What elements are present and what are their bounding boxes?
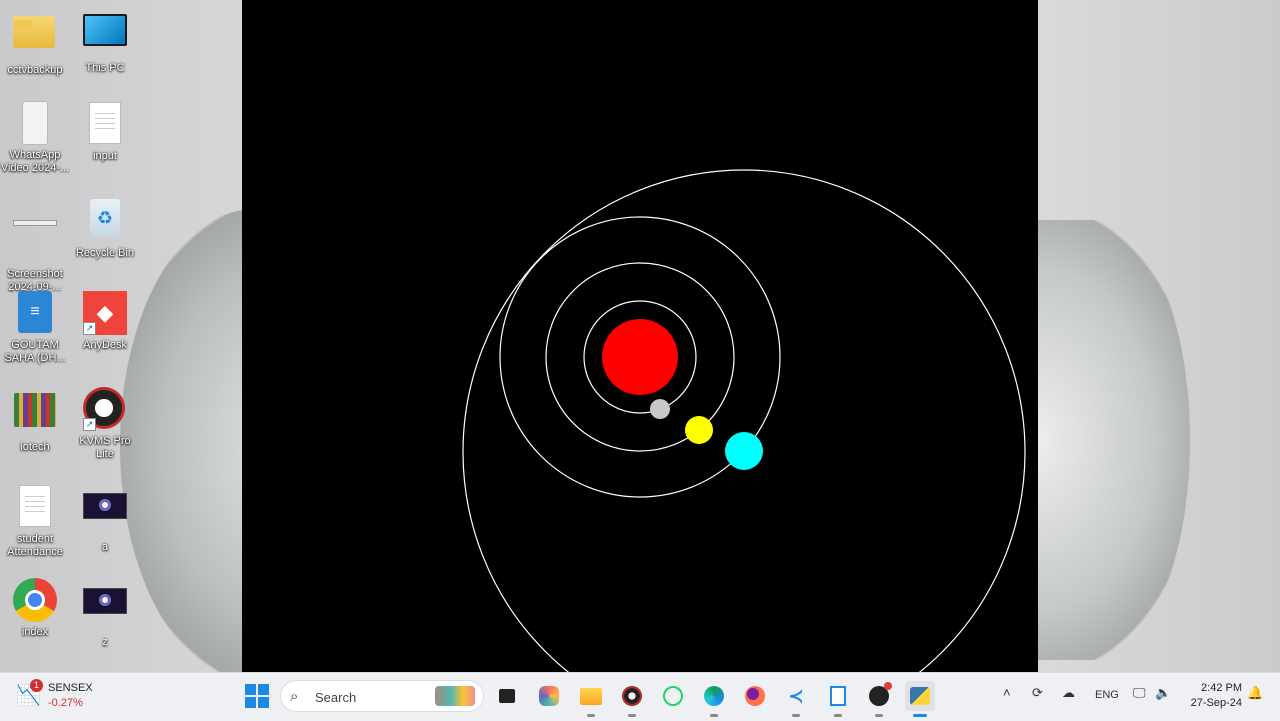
eye-icon [622,686,642,706]
running-indicator [587,714,595,717]
volume-icon[interactable]: 🔈 [1155,685,1171,701]
desktop-icon-whatsapp-video[interactable]: WhatsApp Video 2024-... [0,100,70,175]
recycle-bin-icon: ♻ [83,199,127,243]
start-button[interactable] [244,683,270,709]
desktop-icon-student-attendance[interactable]: student Attendance [0,483,70,559]
sync-icon[interactable]: ⟳ [1032,685,1043,701]
desktop-icon-recycle-bin[interactable]: ♻ Recycle Bin [70,196,140,260]
running-indicator [913,714,927,717]
desktop-icon-label: This PC [85,62,125,74]
search-input[interactable] [313,687,417,707]
desktop-icon-label: WhatsApp Video 2024-... [0,149,70,174]
clock-date: 27-Sep-24 [1190,697,1242,709]
desktop-icon-label: Recycle Bin [75,247,135,259]
desktop-icon-index[interactable]: index [0,578,70,639]
image-file-icon [13,220,57,264]
live-indicator [884,682,892,690]
taskbar-app-edge[interactable] [699,681,729,717]
taskbar-app-whatsapp[interactable] [658,681,688,711]
language-indicator[interactable]: ENG [1095,689,1119,701]
market-widget[interactable]: 📉 1 SENSEX -0.27% [12,679,122,715]
desktop-icon-label: z [102,636,108,648]
notification-badge: 1 [30,679,43,692]
taskbar-app-firefox[interactable] [740,681,770,711]
running-indicator [710,714,718,717]
desktop-icon-label: KVMS Pro Lite [79,435,131,460]
clock[interactable]: 2:42 PM 27-Sep-24 [1182,681,1242,711]
desktop-icon-label: input [93,150,117,162]
running-indicator [628,714,636,717]
solar-system-canvas [462,169,1026,672]
desktop-icon-z[interactable]: z [70,578,140,649]
desktop-icon-label: iotech [20,441,50,453]
document-icon: ≡ [13,291,57,335]
video-thumbnail-icon [83,588,127,632]
taskbar-app-copilot[interactable] [534,681,564,711]
taskbar-app-python[interactable] [905,681,935,717]
folder-icon [580,687,602,705]
search-highlight-icon [435,686,475,706]
desktop-icon-cctvbackup[interactable]: cctvbackup [0,8,70,77]
folder-icon [13,16,57,60]
text-file-icon [83,102,127,146]
task-view-icon [499,689,515,703]
desktop-icon-input[interactable]: input [70,100,140,163]
desktop-icon-goutam-saha[interactable]: ≡ GOUTAM SAHA (DH... [0,291,70,365]
desktop-icon-screenshot[interactable]: Screenshot 2024-09-... [0,196,70,294]
taskbar-search[interactable]: ⌕ [280,680,484,712]
video-file-icon [13,101,57,145]
video-thumbnail-icon [83,493,127,537]
desktop-icon-a[interactable]: a [70,483,140,554]
widget-title: SENSEX [48,682,93,694]
taskbar-app-task-view[interactable] [492,681,522,711]
desktop-icon-label: a [101,541,109,553]
edge-icon [704,686,724,706]
planet-cyan [725,432,763,470]
taskbar: 📉 1 SENSEX -0.27% ⌕ ≺ [0,672,1280,721]
network-icon[interactable]: 🖵 [1133,685,1146,701]
computer-icon [83,14,127,58]
running-indicator [834,714,842,717]
widget-value: -0.27% [48,697,83,709]
firefox-icon [745,686,765,706]
kvms-icon: ↗ [83,387,127,431]
desktop-icon-label: AnyDesk [82,339,128,351]
clock-time: 2:42 PM [1201,682,1242,694]
running-indicator [875,714,883,717]
desktop-icon-label: student Attendance [7,533,63,558]
desktop-icon-iotech[interactable]: iotech [0,387,70,454]
desktop-icon-label: index [21,626,49,638]
taskbar-app-notepad[interactable] [823,681,853,717]
shortcut-arrow-icon: ↗ [83,322,96,335]
notepad-icon [830,686,846,706]
anydesk-icon: ◆ ↗ [83,291,127,335]
sun [602,319,678,395]
planet-yellow [685,416,713,444]
solar-system-window[interactable] [242,0,1038,672]
running-indicator [792,714,800,717]
shortcut-arrow-icon: ↗ [83,418,96,431]
copilot-icon [539,686,559,706]
desktop-icon-anydesk[interactable]: ◆ ↗ AnyDesk [70,291,140,352]
chevron-up-icon[interactable]: ˄ [1003,685,1011,700]
notification-bell-icon[interactable]: 🔔 [1247,685,1263,701]
taskbar-app-vscode[interactable]: ≺ [781,681,811,717]
python-icon [910,687,930,705]
cloud-offline-icon[interactable]: ☁ [1062,685,1075,701]
vscode-icon: ≺ [788,685,804,706]
chrome-icon [13,578,57,622]
taskbar-app-kvms[interactable] [617,681,647,717]
planet-gray [650,399,670,419]
desktop-icon-kvms-pro-lite[interactable]: ↗ KVMS Pro Lite [70,387,140,461]
orbit-outer [462,169,1026,672]
text-file-icon [13,485,57,529]
whatsapp-icon [663,686,683,706]
desktop-icon-label: GOUTAM SAHA (DH... [4,339,66,364]
taskbar-app-obs[interactable] [864,681,894,717]
desktop-icon-label: cctvbackup [7,64,63,76]
search-icon: ⌕ [290,688,299,705]
books-folder-icon [13,393,57,437]
desktop-icon-this-pc[interactable]: This PC [70,8,140,75]
taskbar-app-file-explorer[interactable] [576,681,606,717]
